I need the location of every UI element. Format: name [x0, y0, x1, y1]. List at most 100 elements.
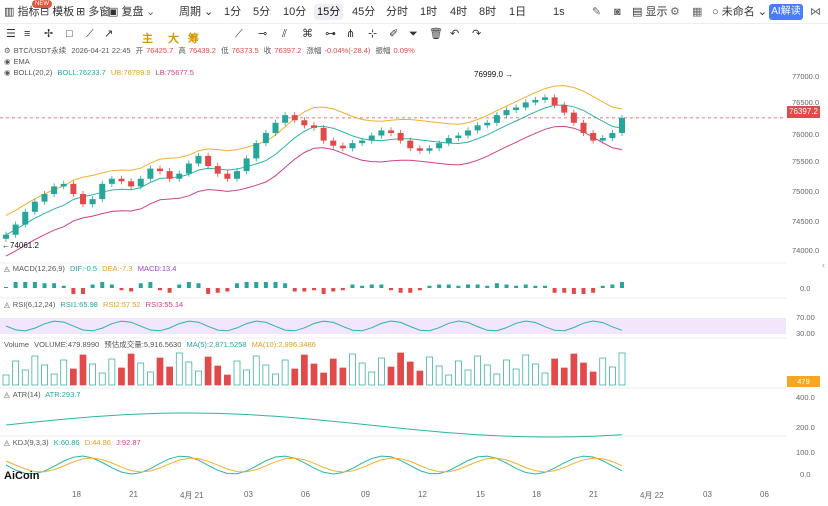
- last-price-tag: 76397.2: [787, 106, 820, 118]
- macd-bar: [417, 288, 422, 291]
- macd-bar: [206, 288, 211, 294]
- volume-bar: [349, 353, 356, 386]
- channel-icon[interactable]: ⊶: [325, 28, 336, 40]
- x-tick: 06: [760, 490, 769, 499]
- kdj-tick: 100.0: [796, 448, 815, 457]
- candle-body: [359, 140, 366, 144]
- edit-icon[interactable]: ✎: [592, 5, 601, 19]
- interval-15m[interactable]: 15分: [314, 4, 344, 20]
- candle-body: [12, 224, 19, 235]
- template-button[interactable]: ⊟ 模板: [40, 5, 74, 19]
- macd-bar: [562, 288, 567, 293]
- trash-icon[interactable]: 🗑: [429, 28, 443, 40]
- layout-icon[interactable]: ▦: [692, 5, 702, 19]
- macd-bar: [196, 283, 201, 288]
- rectangle-icon[interactable]: □: [66, 28, 73, 40]
- candle-body: [176, 173, 183, 179]
- candle-body: [570, 112, 577, 123]
- period-button[interactable]: 周期 ⌄: [179, 5, 213, 19]
- interval-1h[interactable]: 1时: [420, 5, 437, 19]
- candle-body: [272, 122, 279, 133]
- interval-5m[interactable]: 5分: [253, 5, 270, 19]
- list-icon[interactable]: ≡: [24, 28, 30, 40]
- volume-bar: [580, 362, 587, 386]
- measure-icon[interactable]: ⊹: [368, 28, 377, 40]
- candle-body: [291, 115, 298, 121]
- line-icon[interactable]: ⟋: [86, 28, 94, 40]
- bell-icon: ◬: [4, 264, 10, 273]
- volume-bar: [339, 367, 347, 386]
- volume-info[interactable]: Volume VOLUME:479.8990 预估成交量:5,916.5630 …: [4, 340, 319, 350]
- pattern-icon[interactable]: ⋔: [346, 28, 355, 40]
- seconds-button[interactable]: 1s: [553, 5, 565, 19]
- interval-1m[interactable]: 1分: [224, 5, 241, 19]
- macd-bar: [23, 282, 28, 288]
- macd-bar: [427, 285, 432, 288]
- macd-info[interactable]: ◬ MACD(12,26,9) DIF:-0.5 DEA:-7.3 MACD:13…: [4, 264, 179, 274]
- macd-bar: [177, 284, 182, 288]
- aicoin-logo: AiCoin: [4, 470, 40, 482]
- chevron-down-icon[interactable]: ⌄: [146, 5, 155, 19]
- kdj-info[interactable]: ◬ KDJ(9,3,3) K:60.86 D:44.86 J:92.87: [4, 438, 144, 448]
- volume-bar: [166, 366, 173, 386]
- ai-analysis-button[interactable]: AI解读: [769, 4, 803, 20]
- candle-body: [513, 107, 520, 111]
- interval-1d[interactable]: 1日: [509, 5, 526, 19]
- candle-body: [137, 178, 144, 187]
- candle-body: [253, 143, 260, 159]
- interval-10m[interactable]: 10分: [283, 5, 306, 19]
- settings-icon[interactable]: ⚙: [670, 5, 680, 19]
- atr-info[interactable]: ◬ ATR(14) ATR:293.7: [4, 390, 84, 400]
- fib-icon[interactable]: ⌘: [302, 28, 313, 40]
- camera-icon[interactable]: ◙: [614, 5, 621, 19]
- rsi-info[interactable]: ◬ RSI(6,12,24) RSI1:65.98 RSI2:57.52 RSI3…: [4, 300, 186, 310]
- ray-icon[interactable]: ⟋: [235, 28, 243, 40]
- volume-bar: [397, 352, 404, 386]
- expand-icon[interactable]: ‹: [822, 260, 825, 270]
- volume-bar: [532, 363, 539, 386]
- interval-timeshare[interactable]: 分时: [386, 5, 408, 19]
- undo-icon[interactable]: ↶: [450, 28, 459, 40]
- volume-bar: [127, 353, 135, 386]
- display-button[interactable]: ▤ 显示: [632, 5, 667, 19]
- x-tick: 09: [361, 490, 370, 499]
- rsi-label: RSI(6,12,24): [12, 300, 56, 309]
- unnamed-layout-button[interactable]: ○ 未命名 ⌄: [712, 5, 767, 19]
- interval-45m[interactable]: 45分: [352, 5, 375, 19]
- parallel-icon[interactable]: ⫽: [282, 28, 287, 40]
- redo-icon[interactable]: ↷: [472, 28, 481, 40]
- cursor-icon[interactable]: ✢: [44, 28, 53, 40]
- brush-icon[interactable]: ✐: [389, 28, 398, 40]
- candle-body: [561, 104, 568, 113]
- candle-body: [41, 194, 48, 202]
- low-marker-label: ←74061.2: [2, 241, 39, 250]
- volume-bar: [445, 374, 453, 386]
- kdj-d-line: [5, 457, 623, 473]
- menu-icon[interactable]: ☰: [6, 28, 16, 40]
- boll-lower-line: [5, 125, 623, 257]
- macd-bar: [283, 283, 288, 288]
- multi-window-button[interactable]: ⊞ 多窗: [76, 5, 110, 19]
- arrow-icon[interactable]: ↗: [104, 28, 113, 40]
- volume-value: VOLUME:479.8990: [34, 340, 100, 349]
- replay-button[interactable]: ▣ 复盘: [108, 5, 143, 19]
- candle-body: [330, 140, 337, 146]
- candle-body: [388, 130, 394, 133]
- rsi-tick: 30.00: [796, 329, 815, 338]
- macd-bar: [254, 282, 259, 288]
- horizontal-line-icon[interactable]: ⊸: [258, 28, 267, 40]
- volume-bar: [426, 356, 433, 386]
- volume-bar: [483, 364, 491, 386]
- ma5-value: MA(5):2,871.5258: [186, 340, 247, 349]
- filter-icon[interactable]: ⏷: [409, 28, 418, 40]
- volume-bar: [12, 360, 19, 386]
- macd-bar: [456, 285, 461, 288]
- share-icon[interactable]: ⋈: [810, 5, 821, 19]
- candle-body: [397, 132, 404, 141]
- interval-8h[interactable]: 8时: [479, 5, 496, 19]
- candle-body: [51, 186, 58, 195]
- interval-4h[interactable]: 4时: [450, 5, 467, 19]
- volume-bar: [70, 368, 77, 386]
- price-tick: 74500.0: [792, 217, 820, 226]
- volume-bar: [195, 370, 202, 386]
